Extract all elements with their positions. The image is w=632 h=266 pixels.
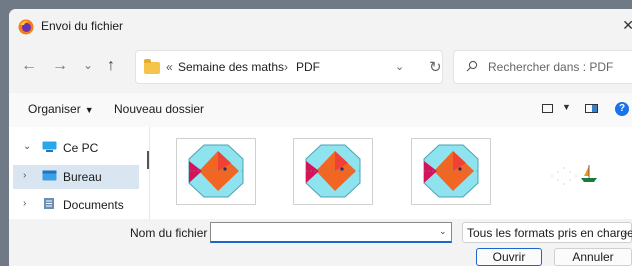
documents-icon	[44, 198, 54, 209]
file-list	[150, 127, 632, 219]
file-thumbnail-1[interactable]	[176, 138, 256, 205]
search-box[interactable]: Rechercher dans : PDF	[453, 50, 632, 84]
sidebar-item-label: Ce PC	[63, 141, 99, 155]
title-bar: Envoi du fichier ✕	[9, 9, 632, 43]
chevron-down-icon: ▼	[84, 105, 94, 115]
background-window-strip	[0, 0, 632, 8]
breadcrumb-overflow[interactable]: «	[166, 60, 173, 74]
view-options-icon[interactable]	[542, 104, 553, 113]
search-input[interactable]: Rechercher dans : PDF	[488, 60, 613, 74]
address-bar[interactable]: « Semaine des maths › PDF ⌄ ↻	[135, 50, 443, 84]
recent-locations-button[interactable]: ⌄	[83, 57, 93, 73]
chevron-right-icon[interactable]: ›	[23, 198, 26, 209]
breadcrumb-semaine-des-maths[interactable]: Semaine des maths	[178, 60, 284, 74]
sidebar-scrollbar[interactable]	[147, 151, 149, 169]
filename-input[interactable]	[210, 222, 452, 243]
sidebar-item-documents[interactable]: › Documents	[13, 193, 139, 217]
organize-button[interactable]: Organiser ▼	[28, 102, 94, 116]
close-icon[interactable]: ✕	[622, 17, 632, 34]
desktop-folder-icon	[42, 170, 57, 181]
dialog-footer: Nom du fichier : ⌄ Tous les formats pris…	[9, 219, 632, 266]
dialog-title: Envoi du fichier	[41, 19, 124, 33]
breadcrumb-separator: ›	[284, 60, 288, 74]
view-options-dropdown[interactable]: ▼	[562, 102, 571, 112]
navigation-pane: ⌄ Ce PC › Bureau › Documents	[9, 127, 150, 219]
back-button[interactable]: ←	[21, 58, 37, 74]
filename-label: Nom du fichier :	[130, 226, 215, 240]
search-icon	[466, 60, 478, 72]
fish-polygon-thumbnail	[305, 144, 361, 198]
sidebar-item-label: Documents	[63, 198, 124, 212]
refresh-icon[interactable]: ↻	[429, 58, 442, 76]
command-bar: Organiser ▼ Nouveau dossier ▼ ?	[9, 93, 632, 128]
file-thumbnail-3[interactable]	[411, 138, 491, 205]
forward-button[interactable]: →	[52, 58, 68, 74]
sidebar-item-bureau[interactable]: › Bureau	[13, 165, 139, 189]
filetype-select[interactable]: Tous les formats pris en charge ⌄	[462, 222, 632, 243]
preview-pane-icon[interactable]	[585, 104, 598, 113]
firefox-icon	[18, 19, 34, 35]
folder-icon	[144, 59, 160, 74]
chevron-right-icon[interactable]: ›	[23, 170, 26, 181]
chevron-down-icon[interactable]: ⌄	[23, 141, 31, 152]
up-folder-button[interactable]: ↑	[107, 58, 115, 74]
filetype-value: Tous les formats pris en charge	[467, 226, 632, 240]
file-thumbnail-4[interactable]	[528, 138, 608, 205]
chevron-down-icon: ⌄	[621, 227, 629, 237]
sidebar-item-label: Bureau	[63, 170, 102, 184]
boat-thumbnail	[551, 165, 597, 185]
organize-label: Organiser	[28, 102, 81, 116]
file-thumbnail-2[interactable]	[293, 138, 373, 205]
fish-polygon-thumbnail	[423, 144, 479, 198]
chevron-down-icon[interactable]: ⌄	[395, 60, 404, 73]
breadcrumb-pdf[interactable]: PDF	[296, 60, 320, 74]
address-row: ← → ⌄ ↑ « Semaine des maths › PDF ⌄ ↻ Re…	[9, 43, 632, 93]
fish-polygon-thumbnail	[188, 144, 244, 198]
cancel-button[interactable]: Annuler	[554, 248, 632, 266]
open-button[interactable]: Ouvrir	[476, 248, 542, 266]
new-folder-button[interactable]: Nouveau dossier	[114, 102, 204, 116]
file-upload-dialog: Envoi du fichier ✕ ← → ⌄ ↑ « Semaine des…	[9, 9, 632, 266]
help-icon[interactable]: ?	[615, 102, 629, 116]
sidebar-item-ce-pc[interactable]: ⌄ Ce PC	[13, 136, 139, 160]
chevron-down-icon[interactable]: ⌄	[439, 226, 447, 237]
computer-icon	[42, 141, 57, 152]
